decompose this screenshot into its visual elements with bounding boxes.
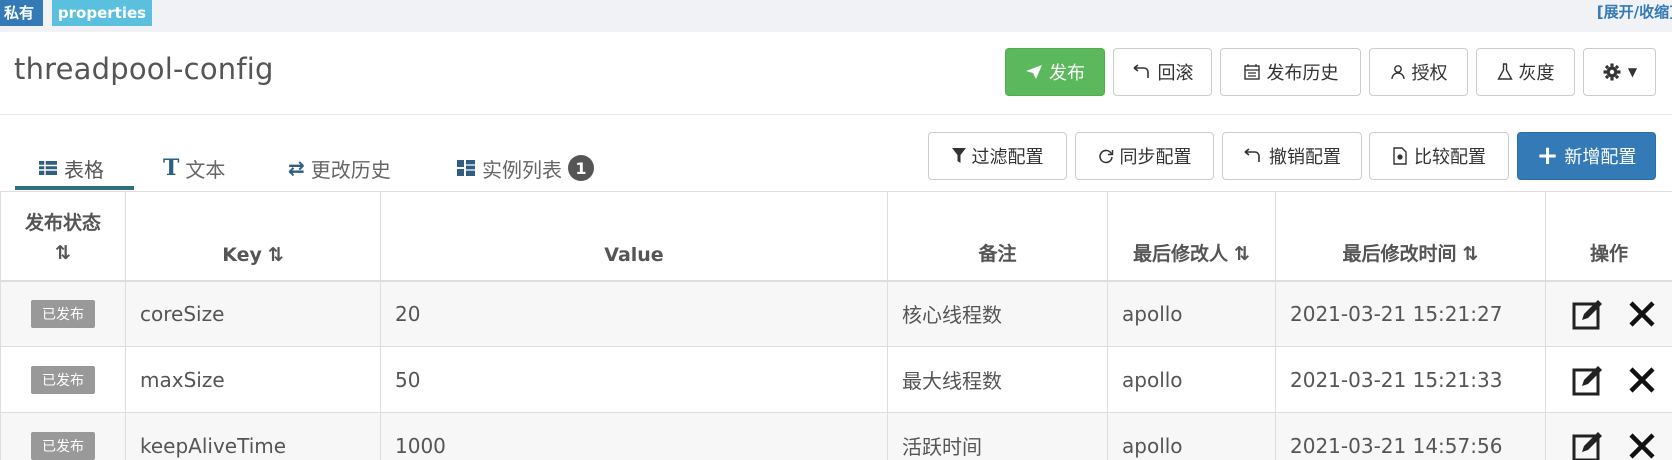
published-badge: 已发布 [31,365,95,394]
column-header-key[interactable]: Key ⇅ [125,191,381,282]
publish-label: 发布 [1049,63,1085,84]
key-cell: coreSize [125,280,381,347]
refresh-icon [1098,149,1113,164]
column-header-actions: 操作 [1545,191,1672,282]
table-row: 已发布 maxSize 50 最大线程数 apollo 2021-03-21 1… [0,346,1672,413]
key-cell: keepAliveTime [125,412,381,460]
filter-config-button[interactable]: 过滤配置 [928,132,1067,180]
compare-config-button[interactable]: 比较配置 [1369,132,1509,180]
filter-icon [951,148,966,163]
flask-icon [1496,63,1513,80]
publish-history-button[interactable]: 发布历史 [1220,48,1361,96]
sort-icon[interactable]: ⇅ [1463,243,1479,265]
modifier-cell: apollo [1107,412,1276,460]
actions-cell [1545,412,1672,460]
visibility-tag: 私有 [0,0,43,26]
edit-icon[interactable] [1572,430,1604,460]
sort-icon[interactable]: ⇅ [1234,243,1250,265]
header-divider [0,114,1672,115]
modified-time-cell: 2021-03-21 14:57:56 [1275,412,1546,460]
publish-history-label: 发布历史 [1266,63,1339,84]
tab-instances-label: 实例列表 [482,157,562,182]
sort-icon[interactable]: ⇅ [268,244,284,266]
plus-icon: + [1536,141,1559,171]
delete-icon[interactable] [1628,366,1656,394]
delete-icon[interactable] [1628,432,1656,460]
gear-icon [1603,63,1621,81]
authorize-button[interactable]: 授权 [1369,48,1468,96]
table-row: 已发布 coreSize 20 核心线程数 apollo 2021-03-21 … [0,280,1672,347]
sync-config-label: 同步配置 [1119,147,1192,168]
text-icon: T [163,155,180,181]
publish-button[interactable]: 发布 [1005,48,1105,96]
modified-time-cell: 2021-03-21 15:21:27 [1275,280,1546,347]
published-badge: 已发布 [31,299,95,328]
actions-cell [1545,346,1672,413]
add-config-label: 新增配置 [1564,147,1637,168]
tab-table[interactable]: 表格 [38,148,104,188]
add-config-button[interactable]: + 新增配置 [1517,132,1656,180]
status-cell: 已发布 [0,412,126,460]
column-header-value: Value [380,191,888,282]
sync-config-button[interactable]: 同步配置 [1075,132,1214,180]
revoke-config-label: 撤销配置 [1269,147,1341,168]
modified-time-cell: 2021-03-21 15:21:33 [1275,346,1546,413]
tab-text-label: 文本 [185,157,226,182]
value-cell: 20 [380,280,888,347]
settings-dropdown-button[interactable]: ▼ [1583,48,1656,96]
table-header-row: 发布状态 ⇅ Key ⇅ Value 备注 最后修改人 ⇅ 最后修改时间 ⇅ 操作 [0,191,1672,282]
undo-icon [1133,64,1149,78]
table-row: 已发布 keepAliveTime 1000 活跃时间 apollo 2021-… [0,412,1672,460]
tab-table-label: 表格 [64,157,104,182]
column-header-modified-time[interactable]: 最后修改时间 ⇅ [1275,191,1546,282]
tab-instances[interactable]: 实例列表 1 [456,148,594,188]
comment-cell: 核心线程数 [887,280,1108,347]
instance-count-badge: 1 [568,155,594,181]
actions-cell [1545,280,1672,347]
history-icon: ⇄ [288,156,305,180]
gray-release-label: 灰度 [1518,63,1555,84]
file-compare-icon [1393,147,1407,165]
namespace-header-strip: 私有 properties [展开/收缩] [0,0,1672,32]
tab-change-history[interactable]: ⇄ 更改历史 [288,148,391,188]
format-tag: properties [52,0,152,26]
table-icon [39,161,57,175]
chevron-down-icon: ▼ [1627,65,1638,79]
expand-collapse-link[interactable]: [展开/收缩] [1597,0,1672,26]
edit-icon[interactable] [1572,364,1604,396]
key-cell: maxSize [125,346,381,413]
status-cell: 已发布 [0,280,126,347]
value-cell: 1000 [380,412,888,460]
edit-icon[interactable] [1572,298,1604,330]
rollback-button[interactable]: 回滚 [1113,48,1212,96]
compare-config-label: 比较配置 [1414,147,1486,168]
gray-release-button[interactable]: 灰度 [1476,48,1575,96]
published-badge: 已发布 [31,431,95,460]
modifier-cell: apollo [1107,346,1276,413]
send-icon [1026,65,1042,79]
filter-config-label: 过滤配置 [971,147,1044,168]
sort-icon[interactable]: ⇅ [55,242,71,264]
instances-icon [457,160,475,176]
undo-icon [1244,148,1260,162]
authorize-label: 授权 [1411,63,1448,84]
column-header-comment: 备注 [887,191,1108,282]
calendar-icon [1243,64,1260,80]
status-cell: 已发布 [0,346,126,413]
namespace-title: threadpool-config [14,52,274,86]
column-header-status[interactable]: 发布状态 ⇅ [0,191,126,282]
comment-cell: 活跃时间 [887,412,1108,460]
tab-text[interactable]: T 文本 [163,148,225,188]
column-header-modifier[interactable]: 最后修改人 ⇅ [1107,191,1276,282]
revoke-config-button[interactable]: 撤销配置 [1222,132,1362,180]
active-tab-indicator [15,186,134,190]
value-cell: 50 [380,346,888,413]
config-table: 发布状态 ⇅ Key ⇅ Value 备注 最后修改人 ⇅ 最后修改时间 ⇅ 操作 已发… [0,191,1672,460]
modifier-cell: apollo [1107,280,1276,347]
tab-change-history-label: 更改历史 [310,157,391,182]
rollback-label: 回滚 [1157,63,1194,84]
user-icon [1390,65,1405,80]
comment-cell: 最大线程数 [887,346,1108,413]
delete-icon[interactable] [1628,300,1656,328]
